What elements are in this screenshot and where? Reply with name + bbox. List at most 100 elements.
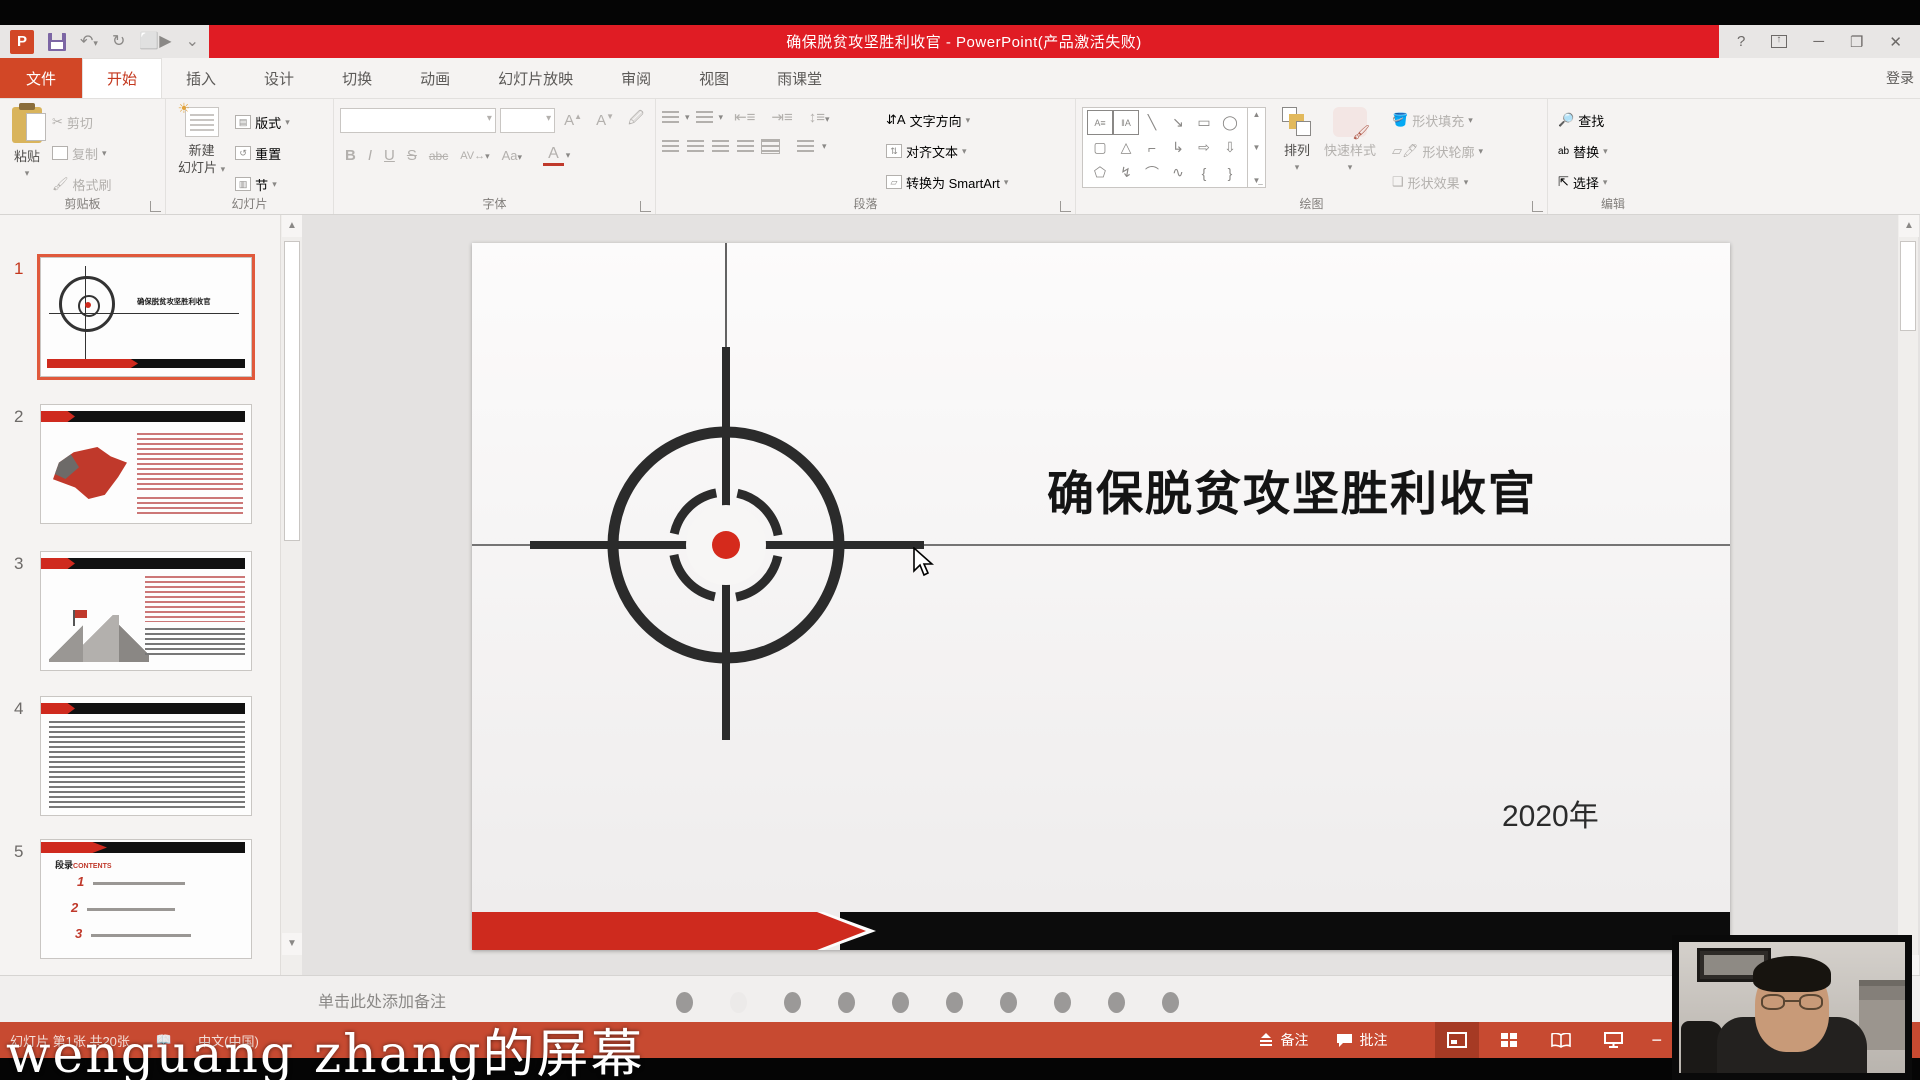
- tab-home[interactable]: 开始: [82, 58, 162, 98]
- strikethrough-button[interactable]: S: [402, 147, 422, 164]
- slideshow-view-button[interactable]: [1591, 1022, 1635, 1058]
- section-button[interactable]: ▥节▾: [231, 171, 294, 197]
- tab-rain-classroom[interactable]: 雨课堂: [753, 58, 846, 98]
- font-color-dropdown-icon[interactable]: ▾: [566, 150, 571, 161]
- thumb-scroll-down-icon[interactable]: ▼: [282, 933, 302, 955]
- font-dialog-launcher[interactable]: [640, 201, 651, 212]
- tab-animations[interactable]: 动画: [396, 58, 474, 98]
- notes-toggle-button[interactable]: 备注: [1248, 1022, 1318, 1058]
- underline-button[interactable]: U: [379, 147, 400, 164]
- slide-sorter-view-button[interactable]: [1487, 1022, 1531, 1058]
- redo-icon[interactable]: ↻: [112, 34, 125, 50]
- layout-button[interactable]: ▤版式▾: [231, 109, 294, 135]
- gallery-up-icon[interactable]: ▲: [1253, 110, 1261, 119]
- find-button[interactable]: 🔎查找: [1554, 107, 1672, 133]
- arrow-shape-icon[interactable]: ↘: [1165, 110, 1191, 135]
- powerpoint-icon[interactable]: P: [10, 30, 34, 54]
- tab-view[interactable]: 视图: [675, 58, 753, 98]
- shape-effects-button[interactable]: ❑形状效果▾: [1388, 169, 1487, 195]
- replace-button[interactable]: ab替换▾: [1554, 138, 1672, 164]
- undo-icon[interactable]: ↶▾: [80, 34, 98, 50]
- character-spacing-button[interactable]: AV↔▾: [455, 150, 494, 162]
- right-arrow-shape-icon[interactable]: ⇨: [1191, 135, 1217, 160]
- down-arrow-shape-icon[interactable]: ⇩: [1217, 135, 1243, 160]
- bullets-icon[interactable]: [662, 111, 679, 124]
- bold-button[interactable]: B: [340, 147, 361, 164]
- comments-toggle-button[interactable]: 批注: [1326, 1022, 1397, 1058]
- convert-smartart-button[interactable]: ▱转换为 SmartArt▾: [882, 169, 1012, 195]
- align-text-button[interactable]: ⇅对齐文本▾: [882, 138, 1012, 164]
- select-button[interactable]: ⇱选择▾: [1554, 169, 1672, 195]
- align-right-icon[interactable]: [712, 140, 729, 153]
- quick-styles-button[interactable]: 快速样式 ▾: [1318, 105, 1382, 175]
- thumbnail-slide-4[interactable]: [40, 696, 252, 816]
- paste-button[interactable]: 粘贴 ▾: [6, 105, 48, 197]
- abc-button[interactable]: abc: [424, 149, 453, 163]
- elbow-connector-icon[interactable]: ⌐: [1139, 135, 1165, 160]
- save-icon[interactable]: [48, 33, 66, 51]
- cut-button[interactable]: ✂剪切: [48, 109, 116, 135]
- drawing-dialog-launcher[interactable]: [1532, 201, 1543, 212]
- zoom-out-button[interactable]: −: [1643, 1030, 1670, 1051]
- clipboard-dialog-launcher[interactable]: [150, 201, 161, 212]
- font-name-combobox[interactable]: [340, 108, 496, 133]
- tab-design[interactable]: 设计: [240, 58, 318, 98]
- slide-canvas[interactable]: 确保脱贫攻坚胜利收官 2020年: [472, 243, 1730, 950]
- copy-button[interactable]: 复制▾: [48, 140, 116, 166]
- left-brace-shape-icon[interactable]: {: [1191, 160, 1217, 185]
- slide-year[interactable]: 2020年: [1502, 791, 1599, 835]
- line-spacing-icon[interactable]: ↕≡▾: [804, 109, 835, 126]
- textbox-shape-icon[interactable]: A≡: [1087, 110, 1113, 135]
- close-button[interactable]: ✕: [1889, 33, 1902, 51]
- shape-gallery[interactable]: A≡ ‖A ╲ ↘ ▭ ◯ ▢ △ ⌐ ↳ ⇨ ⇩ ⬠ ↯ ⌒: [1082, 107, 1248, 188]
- oval-shape-icon[interactable]: ◯: [1217, 110, 1243, 135]
- thumbnail-slide-2[interactable]: [40, 404, 252, 524]
- normal-view-button[interactable]: [1435, 1022, 1479, 1058]
- arc-shape-icon[interactable]: ⌒: [1139, 160, 1165, 185]
- thumbnail-scrollbar[interactable]: ▲ ▼: [280, 215, 302, 975]
- paragraph-dialog-launcher[interactable]: [1060, 201, 1071, 212]
- clear-formatting-icon[interactable]: 🖉: [623, 108, 649, 133]
- tab-transitions[interactable]: 切换: [318, 58, 396, 98]
- thumbnail-slide-3[interactable]: [40, 551, 252, 671]
- align-center-icon[interactable]: [687, 140, 704, 153]
- decrease-indent-icon[interactable]: ⇤≡: [729, 108, 760, 126]
- right-brace-shape-icon[interactable]: }: [1217, 160, 1243, 185]
- format-painter-button[interactable]: 🖌格式刷: [48, 171, 116, 197]
- curve-shape-icon[interactable]: ∿: [1165, 160, 1191, 185]
- main-scrollbar[interactable]: ▲ ▼: [1898, 215, 1918, 977]
- reset-button[interactable]: ↺重置: [231, 140, 294, 166]
- font-color-button[interactable]: A: [543, 145, 564, 166]
- new-slide-button[interactable]: 新建 幻灯片 ▾: [172, 105, 231, 197]
- font-size-combobox[interactable]: [500, 108, 555, 133]
- start-slideshow-icon[interactable]: ⬜▶: [139, 34, 171, 50]
- columns-icon[interactable]: [797, 140, 814, 153]
- distributed-icon[interactable]: [762, 140, 779, 153]
- tab-slideshow[interactable]: 幻灯片放映: [474, 58, 597, 98]
- vertical-textbox-shape-icon[interactable]: ‖A: [1113, 110, 1139, 135]
- decrease-font-icon[interactable]: A▼: [591, 112, 619, 129]
- rectangle-shape-icon[interactable]: ▭: [1191, 110, 1217, 135]
- main-scroll-up-icon[interactable]: ▲: [1899, 215, 1919, 237]
- numbering-icon[interactable]: [696, 111, 713, 124]
- change-case-button[interactable]: Aa▾: [497, 148, 527, 163]
- reading-view-button[interactable]: [1539, 1022, 1583, 1058]
- thumb-scrollbar-thumb[interactable]: [284, 241, 300, 541]
- gallery-down-icon[interactable]: ▼: [1253, 143, 1261, 152]
- restore-button[interactable]: ❐: [1850, 33, 1863, 51]
- justify-icon[interactable]: [737, 140, 754, 153]
- tab-file[interactable]: 文件: [0, 58, 82, 98]
- text-direction-button[interactable]: ⇵A文字方向▾: [882, 107, 1012, 133]
- help-button[interactable]: ?: [1737, 33, 1745, 50]
- customize-qat-icon[interactable]: ⌄: [186, 34, 199, 50]
- scribble-shape-icon[interactable]: ↯: [1113, 160, 1139, 185]
- tab-insert[interactable]: 插入: [162, 58, 240, 98]
- increase-font-icon[interactable]: A▲: [559, 112, 587, 129]
- increase-indent-icon[interactable]: ⇥≡: [766, 108, 797, 126]
- thumbnail-slide-5[interactable]: 段录CONTENTS 1 2 3: [40, 839, 252, 959]
- triangle-shape-icon[interactable]: △: [1113, 135, 1139, 160]
- main-scrollbar-thumb[interactable]: [1900, 241, 1916, 331]
- arrange-button[interactable]: 排列 ▾: [1276, 105, 1318, 175]
- thumb-scroll-up-icon[interactable]: ▲: [282, 215, 302, 237]
- webcam-overlay[interactable]: [1672, 935, 1912, 1080]
